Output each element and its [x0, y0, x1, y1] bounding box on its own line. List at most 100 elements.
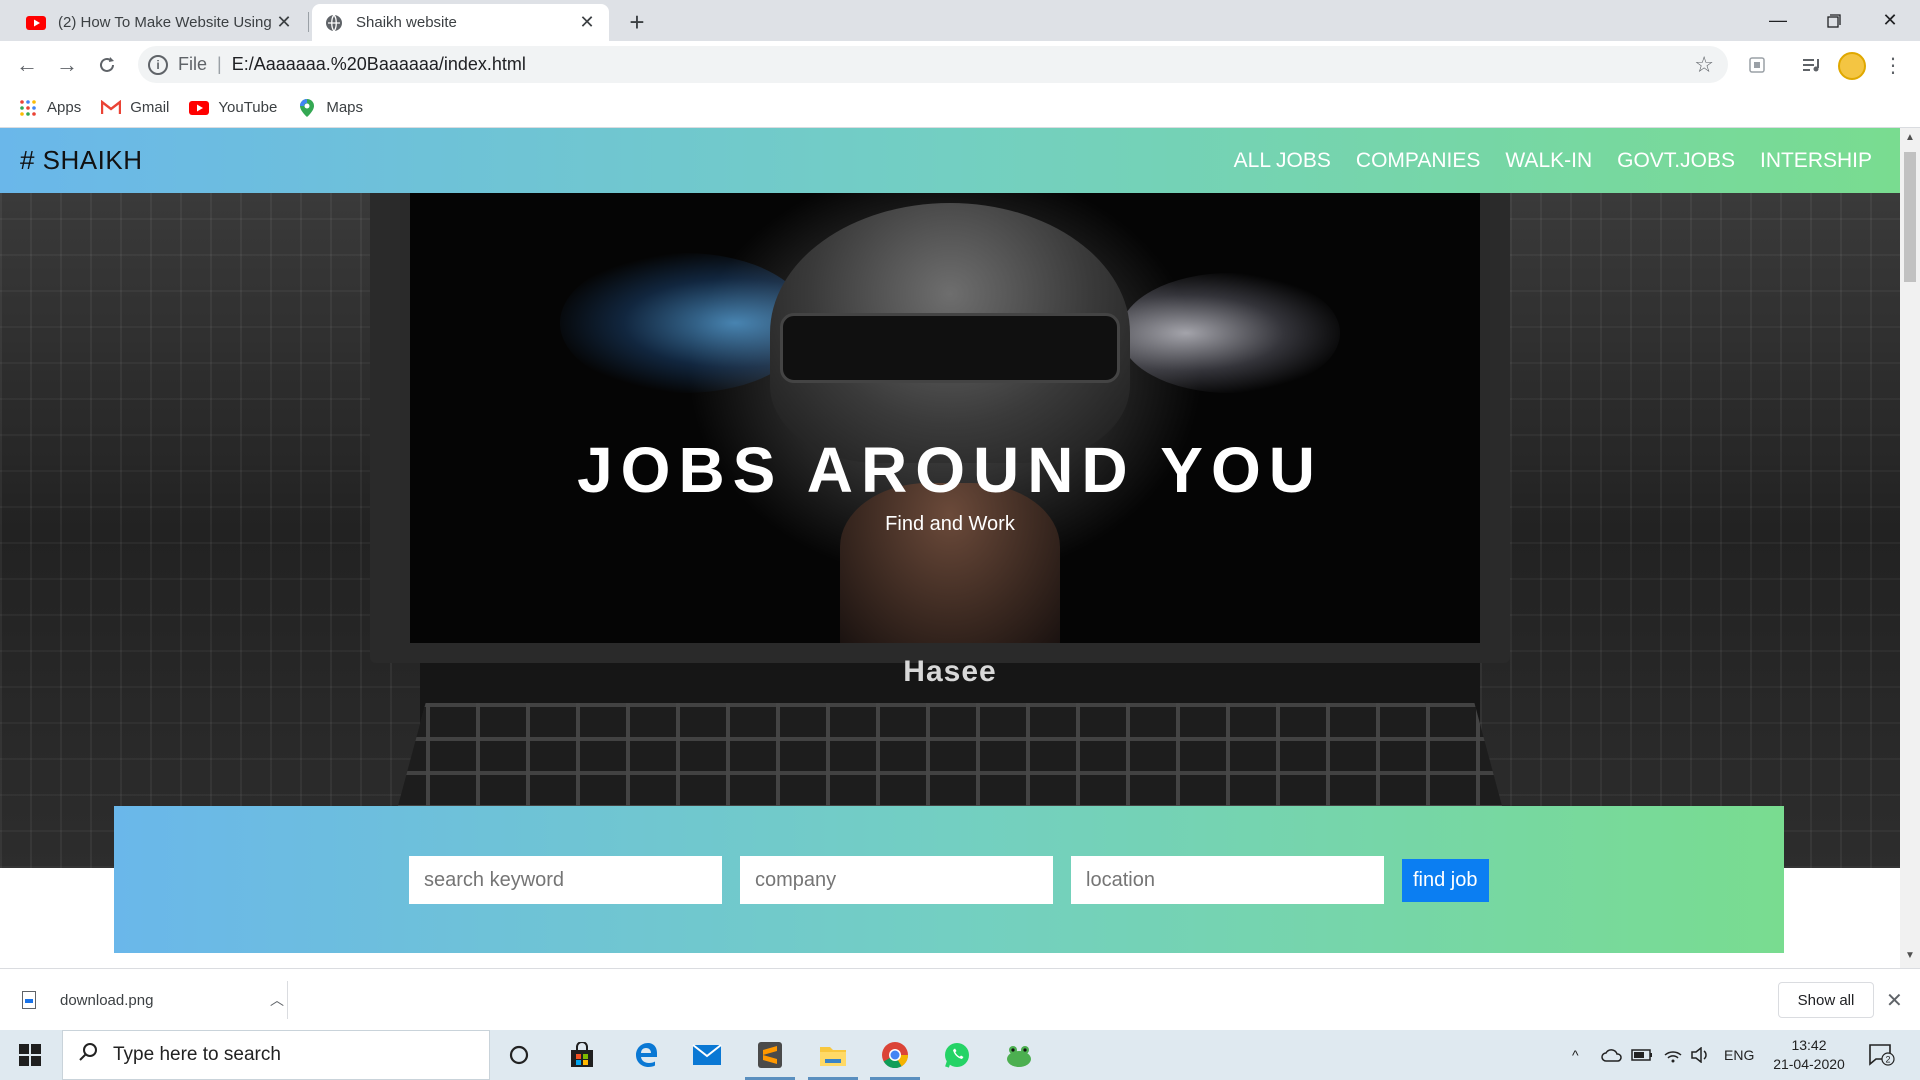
- bookmark-youtube[interactable]: YouTube: [189, 99, 277, 117]
- taskbar-search-placeholder: Type here to search: [113, 1044, 281, 1065]
- chrome-icon[interactable]: [866, 1030, 924, 1080]
- menu-internship[interactable]: INTERSHIP: [1760, 149, 1872, 173]
- page-viewport: # SHAIKH ALL JOBS COMPANIES WALK-IN GOVT…: [0, 128, 1900, 968]
- download-shelf: download.png ︿ Show all ✕: [0, 968, 1920, 1030]
- sublime-icon[interactable]: [741, 1030, 799, 1080]
- forward-arrow-icon[interactable]: →: [52, 50, 82, 80]
- browser-toolbar: ← → i File | E:/Aaaaaaa.%20Baaaaaa/index…: [0, 41, 1920, 88]
- more-menu-icon[interactable]: ⋮: [1878, 50, 1908, 80]
- reload-icon[interactable]: [92, 50, 122, 80]
- taskbar-search-box[interactable]: Type here to search: [62, 1030, 490, 1080]
- search-icon: [79, 1042, 99, 1068]
- site-brand[interactable]: # SHAIKH: [20, 145, 143, 176]
- bookmark-label: Apps: [47, 99, 82, 116]
- download-item[interactable]: download.png ︿: [22, 983, 284, 1017]
- tab-strip: (2) How To Make Website Using H ✕ Shaikh…: [0, 0, 1920, 41]
- windows-taskbar: Type here to search ^ ENG 13:42 21-04-20…: [0, 1030, 1920, 1080]
- store-icon[interactable]: [553, 1030, 611, 1080]
- page-scrollbar[interactable]: ▲ ▼: [1900, 128, 1920, 968]
- mail-icon[interactable]: [678, 1030, 736, 1080]
- menu-walk-in[interactable]: WALK-IN: [1505, 149, 1592, 173]
- close-icon[interactable]: ✕: [577, 12, 597, 33]
- bookmarks-bar: Apps Gmail YouTube Maps: [0, 88, 1920, 128]
- profile-avatar[interactable]: [1838, 52, 1866, 80]
- menu-companies[interactable]: COMPANIES: [1356, 149, 1480, 173]
- site-navbar: # SHAIKH ALL JOBS COMPANIES WALK-IN GOVT…: [0, 128, 1900, 193]
- new-tab-button[interactable]: +: [622, 7, 652, 37]
- media-controls-icon[interactable]: [1797, 50, 1827, 80]
- scroll-down-icon[interactable]: ▼: [1905, 950, 1915, 961]
- location-input[interactable]: [1071, 856, 1384, 904]
- tab-shaikh-website[interactable]: Shaikh website ✕: [312, 4, 609, 41]
- file-explorer-icon[interactable]: [804, 1030, 862, 1080]
- apps-grid-icon: [18, 99, 38, 117]
- soldier-neck: [840, 483, 1060, 643]
- bookmark-label: Gmail: [130, 99, 170, 116]
- battery-icon[interactable]: [1631, 1030, 1653, 1080]
- menu-govt-jobs[interactable]: GOVT.JOBS: [1617, 149, 1735, 173]
- helmet-visor: [780, 313, 1120, 383]
- bookmark-maps[interactable]: Maps: [297, 98, 364, 117]
- bookmark-label: YouTube: [218, 99, 278, 116]
- clock-time: 13:42: [1791, 1037, 1827, 1053]
- youtube-icon: [26, 13, 46, 33]
- image-file-icon: [22, 991, 36, 1009]
- minimize-button[interactable]: —: [1748, 0, 1808, 41]
- whatsapp-icon[interactable]: [928, 1030, 986, 1080]
- scroll-up-icon[interactable]: ▲: [1905, 132, 1915, 143]
- menu-all-jobs[interactable]: ALL JOBS: [1234, 149, 1331, 173]
- tab-title: Shaikh website: [356, 14, 457, 31]
- clock-date: 21-04-2020: [1773, 1056, 1845, 1072]
- notifications-icon[interactable]: 2: [1868, 1030, 1896, 1080]
- chevron-up-icon[interactable]: ︿: [270, 990, 284, 1010]
- job-search-panel: find job: [114, 806, 1784, 953]
- volume-icon[interactable]: [1690, 1030, 1710, 1080]
- hero-title: JOBS AROUND YOU: [577, 434, 1323, 506]
- gmail-icon: [101, 99, 122, 117]
- company-input[interactable]: [740, 856, 1053, 904]
- hero-subtitle: Find and Work: [885, 513, 1015, 535]
- laptop-brand-logo: Hasee: [903, 655, 997, 688]
- site-menu: ALL JOBS COMPANIES WALK-IN GOVT.JOBS INT…: [1209, 149, 1872, 173]
- tab-divider: [308, 12, 309, 32]
- url-text[interactable]: E:/Aaaaaaa.%20Baaaaaa/index.html: [232, 54, 526, 75]
- hero-banner: Hasee JOBS AROUND YOU Find and Work: [0, 193, 1900, 868]
- white-splash: [1120, 273, 1340, 393]
- shelf-divider: [287, 981, 288, 1019]
- globe-icon: [324, 13, 344, 33]
- tab-title: (2) How To Make Website Using H: [58, 14, 274, 31]
- info-icon[interactable]: i: [148, 54, 168, 75]
- find-job-button[interactable]: find job: [1402, 858, 1489, 902]
- scheme-divider: |: [217, 54, 222, 74]
- onedrive-icon[interactable]: [1601, 1030, 1623, 1080]
- wifi-icon[interactable]: [1663, 1030, 1683, 1080]
- bookmark-star-icon[interactable]: ☆: [1694, 52, 1714, 78]
- notification-count: 2: [1885, 1055, 1890, 1065]
- keyword-input[interactable]: [409, 856, 722, 904]
- task-view-icon[interactable]: [490, 1030, 548, 1080]
- bookmark-apps[interactable]: Apps: [18, 99, 81, 117]
- tab-youtube-video[interactable]: (2) How To Make Website Using H ✕: [14, 4, 306, 41]
- maps-icon: [297, 98, 317, 117]
- maximize-button[interactable]: [1804, 0, 1864, 41]
- address-bar[interactable]: i File | E:/Aaaaaaa.%20Baaaaaa/index.htm…: [138, 46, 1728, 83]
- show-all-button[interactable]: Show all: [1778, 982, 1874, 1018]
- close-icon[interactable]: ✕: [1886, 988, 1903, 1013]
- scheme-label: File: [178, 54, 208, 74]
- bookmark-gmail[interactable]: Gmail: [101, 99, 169, 117]
- scrollbar-thumb[interactable]: [1904, 152, 1916, 282]
- frog-app-icon[interactable]: [990, 1030, 1048, 1080]
- bookmark-label: Maps: [326, 99, 364, 116]
- taskbar-clock[interactable]: 13:42 21-04-2020: [1764, 1036, 1854, 1074]
- language-indicator[interactable]: ENG: [1724, 1030, 1754, 1080]
- close-icon[interactable]: ✕: [274, 12, 294, 33]
- download-filename: download.png: [60, 991, 154, 1009]
- edge-icon[interactable]: [616, 1030, 674, 1080]
- back-arrow-icon[interactable]: ←: [12, 50, 42, 80]
- show-hidden-icons[interactable]: ^: [1572, 1030, 1579, 1080]
- close-window-button[interactable]: ✕: [1860, 0, 1920, 41]
- extension-icon[interactable]: [1742, 50, 1772, 80]
- windows-start-icon[interactable]: [0, 1030, 60, 1080]
- search-form: find job: [409, 856, 1489, 904]
- youtube-icon: [189, 99, 210, 117]
